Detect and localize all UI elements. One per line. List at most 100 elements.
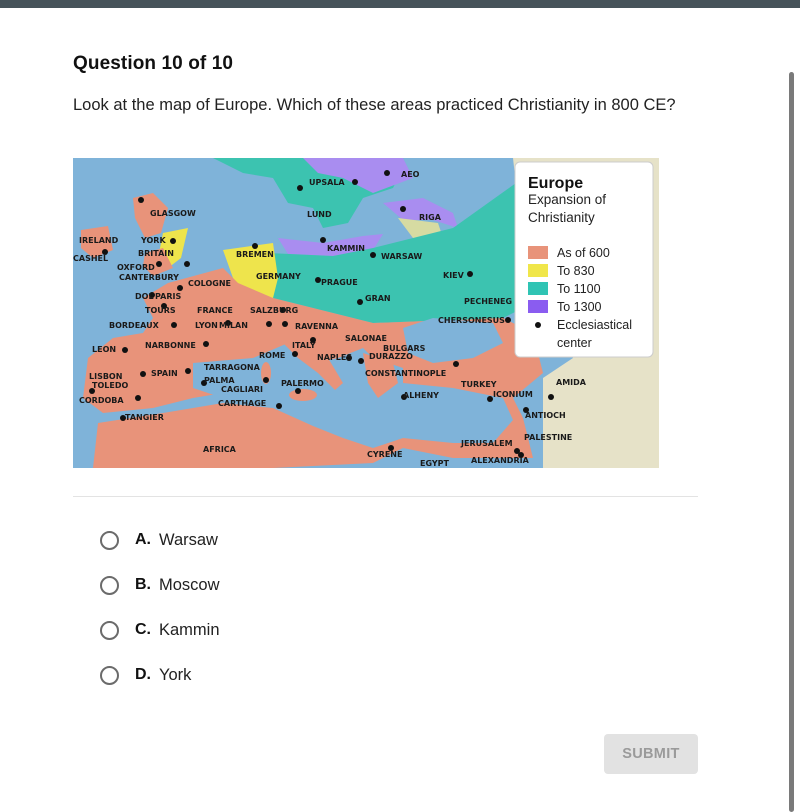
ecclesiastical-center-marker: [400, 206, 406, 212]
legend-subtitle-2: Christianity: [528, 210, 595, 225]
map-label-milan: MILAN: [219, 321, 248, 330]
ecclesiastical-center-marker: [177, 285, 183, 291]
legend-item-label: To 1100: [557, 282, 601, 296]
map-label-cologne: COLOGNE: [188, 279, 231, 288]
map-label-paris: PARIS: [155, 292, 181, 301]
legend-swatch: [528, 264, 548, 277]
option-d[interactable]: D. York: [100, 662, 191, 688]
ecclesiastical-center-marker: [156, 261, 162, 267]
option-letter: B.: [135, 576, 151, 593]
question-text: Look at the map of Europe. Which of thes…: [73, 96, 676, 114]
legend-item-label: To 830: [557, 264, 595, 278]
map-label-france: FRANCE: [197, 306, 233, 315]
map-label-salonae: SALONAE: [345, 334, 387, 343]
land-sicily: [289, 389, 317, 401]
map-label-iconium: ICONIUM: [493, 390, 533, 399]
map-label-prague: PRAGUE: [321, 278, 358, 287]
map-label-ireland: IRELAND: [79, 236, 119, 245]
map-label-lyon: LYON: [195, 321, 218, 330]
map-label-amida: AMIDA: [556, 378, 587, 387]
radio-button[interactable]: [100, 620, 119, 640]
ecclesiastical-center-marker: [170, 238, 176, 244]
map-label-africa: AFRICA: [203, 445, 237, 454]
map-legend: Europe Expansion of Christianity As of 6…: [514, 161, 654, 358]
ecclesiastical-center-marker: [352, 179, 358, 185]
map-label-palestine: PALESTINE: [524, 433, 572, 442]
map-label-britain: BRITAIN: [138, 249, 174, 258]
map-label-oxford: OXFORD: [117, 263, 155, 272]
radio-button[interactable]: [100, 575, 119, 595]
scrollbar[interactable]: [789, 72, 794, 812]
legend-item-label: As of 600: [557, 246, 610, 260]
legend-item-label: To 1300: [557, 300, 602, 314]
ecclesiastical-center-marker: [184, 261, 190, 267]
ecclesiastical-center-marker: [282, 321, 288, 327]
option-label: Moscow: [159, 575, 220, 594]
map-label-germany: GERMANY: [256, 272, 301, 281]
map-label-alexandria: ALEXANDRIA: [471, 456, 530, 465]
ecclesiastical-center-marker: [138, 197, 144, 203]
legend-swatch: [528, 246, 548, 259]
map-label-egypt: EGYPT: [420, 459, 450, 468]
legend-subtitle-1: Expansion of: [528, 192, 606, 207]
map-label-carthage: CARTHAGE: [218, 399, 266, 408]
ecclesiastical-center-marker: [276, 403, 282, 409]
map-svg: Europe Expansion of Christianity As of 6…: [73, 158, 659, 468]
ecclesiastical-center-marker: [310, 337, 316, 343]
map-label-warsaw: WARSAW: [381, 252, 422, 261]
ecclesiastical-center-marker: [467, 271, 473, 277]
option-c[interactable]: C. Kammin: [100, 617, 220, 643]
map-label-cyrene: CYRENE: [367, 450, 402, 459]
map-label-durazzo: DURAZZO: [369, 352, 413, 361]
map-label-bordeaux: BORDEAUX: [109, 321, 160, 330]
map-label-chersonesus: CHERSONESUS: [438, 316, 505, 325]
ecclesiastical-center-marker: [252, 243, 258, 249]
radio-button[interactable]: [100, 530, 119, 550]
map-label-palma: PALMA: [204, 376, 235, 385]
map-label-lisbon: LISBON: [89, 372, 122, 381]
map-label-cordoba: CORDOBA: [79, 396, 124, 405]
ecclesiastical-center-marker: [266, 321, 272, 327]
divider: [73, 496, 698, 497]
map-label-palermo: PALERMO: [281, 379, 324, 388]
map-label-kiev: KIEV: [443, 271, 465, 280]
ecclesiastical-center-marker: [140, 371, 146, 377]
map-label-narbonne: NARBONNE: [145, 341, 196, 350]
europe-christianity-map: Europe Expansion of Christianity As of 6…: [73, 158, 659, 468]
option-b[interactable]: B. Moscow: [100, 572, 220, 598]
map-label-upsala: UPSALA: [309, 178, 345, 187]
map-label-lund: LUND: [307, 210, 332, 219]
map-label-dol: DOL: [135, 292, 154, 301]
map-label-tarragona: TARRAGONA: [204, 363, 261, 372]
map-label-salzburg: SALZBURG: [250, 306, 298, 315]
option-label: Kammin: [159, 620, 220, 639]
ecclesiastical-center-marker: [295, 388, 301, 394]
map-label-alheny: ALHENY: [403, 391, 439, 400]
ecclesiastical-center-marker: [453, 361, 459, 367]
ecclesiastical-center-marker: [297, 185, 303, 191]
map-label-tours: TOURS: [145, 306, 176, 315]
ecclesiastical-center-marker: [370, 252, 376, 258]
map-label-kammin: KAMMIN: [327, 244, 365, 253]
map-label-pecheneg: PECHENEG: [464, 297, 512, 306]
map-label-cagliari: CAGLIARI: [221, 385, 263, 394]
legend-swatch: [528, 300, 548, 313]
map-label-bremen: BREMEN: [236, 250, 274, 259]
map-label-toledo: TOLEDO: [92, 381, 128, 390]
legend-center-label-1: Ecclesiastical: [557, 318, 632, 332]
option-label: Warsaw: [159, 530, 218, 549]
ecclesiastical-center-icon: [535, 322, 541, 328]
radio-button[interactable]: [100, 665, 119, 685]
option-letter: D.: [135, 666, 151, 683]
ecclesiastical-center-marker: [122, 347, 128, 353]
map-label-york: YORK: [140, 236, 166, 245]
ecclesiastical-center-marker: [135, 395, 141, 401]
map-label-tangier: TANGIER: [125, 413, 164, 422]
option-label: York: [159, 665, 192, 684]
option-letter: C.: [135, 621, 151, 638]
option-a[interactable]: A. Warsaw: [100, 527, 218, 553]
map-label-ravenna: RAVENNA: [295, 322, 339, 331]
submit-button[interactable]: SUBMIT: [604, 734, 698, 774]
ecclesiastical-center-marker: [384, 170, 390, 176]
legend-swatch: [528, 282, 548, 295]
